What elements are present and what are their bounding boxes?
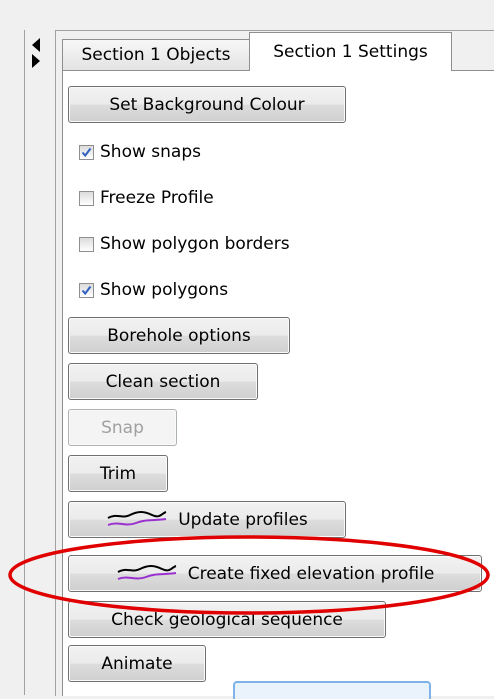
triangle-right-icon[interactable] bbox=[32, 54, 40, 68]
show-polygons-label: Show polygons bbox=[100, 280, 229, 300]
animate-label: Animate bbox=[101, 653, 173, 674]
set-background-colour-button[interactable]: Set Background Colour bbox=[68, 86, 346, 123]
show-polygons-row[interactable]: Show polygons bbox=[79, 278, 228, 302]
show-snaps-checkbox[interactable] bbox=[79, 144, 94, 160]
trim-label: Trim bbox=[99, 463, 137, 484]
set-background-colour-label: Set Background Colour bbox=[109, 94, 305, 115]
profile-lines-icon bbox=[107, 510, 167, 526]
snap-button[interactable]: Snap bbox=[68, 409, 177, 446]
show-polygons-checkbox[interactable] bbox=[79, 282, 94, 298]
freeze-profile-checkbox[interactable] bbox=[79, 190, 94, 206]
show-polygon-borders-label: Show polygon borders bbox=[100, 234, 290, 254]
animate-button[interactable]: Animate bbox=[68, 645, 206, 682]
clean-section-label: Clean section bbox=[105, 371, 221, 392]
show-snaps-row[interactable]: Show snaps bbox=[79, 140, 201, 164]
freeze-profile-row[interactable]: Freeze Profile bbox=[79, 186, 214, 210]
tab-section-1-settings[interactable]: Section 1 Settings bbox=[249, 32, 452, 71]
tab-section-1-objects[interactable]: Section 1 Objects bbox=[62, 39, 250, 70]
clean-section-button[interactable]: Clean section bbox=[68, 363, 258, 400]
trim-button[interactable]: Trim bbox=[68, 455, 168, 492]
panel-toggle-arrows[interactable] bbox=[30, 38, 42, 68]
borehole-options-button[interactable]: Borehole options bbox=[68, 317, 290, 354]
show-snaps-label: Show snaps bbox=[100, 142, 201, 162]
partial-focused-button[interactable] bbox=[233, 681, 431, 699]
update-profiles-label: Update profiles bbox=[178, 509, 308, 530]
borehole-options-label: Borehole options bbox=[107, 325, 251, 346]
highlight-ellipse-annotation bbox=[8, 535, 490, 615]
snap-label: Snap bbox=[101, 417, 144, 438]
freeze-profile-label: Freeze Profile bbox=[100, 188, 214, 208]
show-polygon-borders-checkbox[interactable] bbox=[79, 236, 94, 252]
show-polygon-borders-row[interactable]: Show polygon borders bbox=[79, 232, 290, 256]
triangle-left-icon[interactable] bbox=[32, 38, 40, 52]
